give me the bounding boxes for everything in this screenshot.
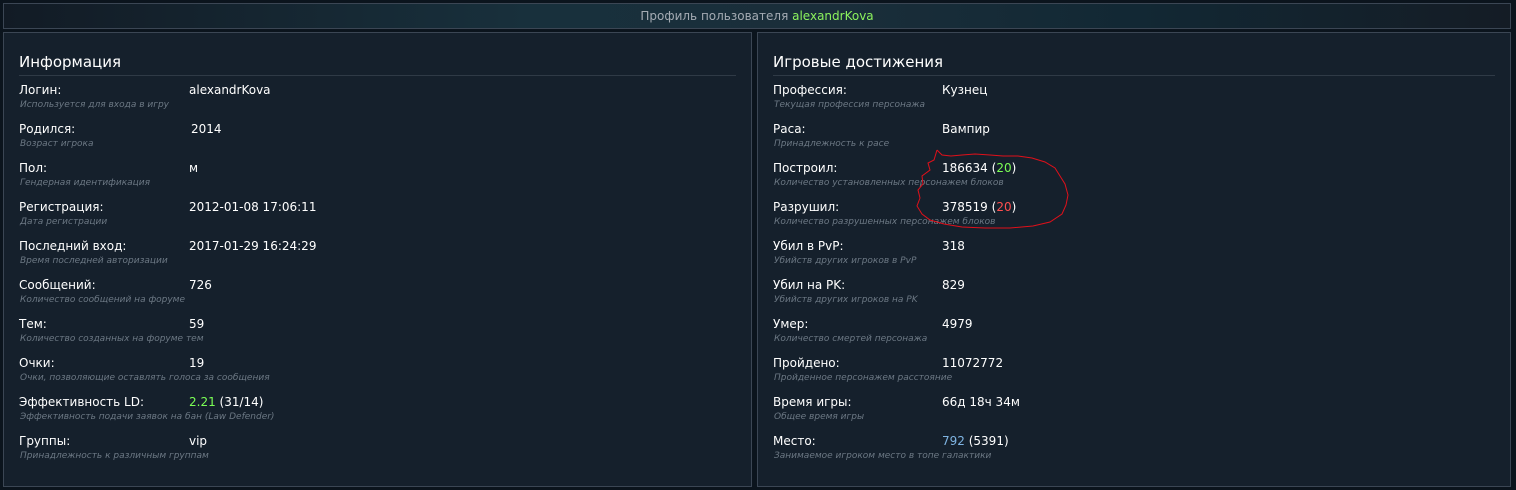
achv-label: Время игры:	[773, 395, 852, 409]
achv-desc: Принадлежность к расе	[774, 139, 890, 149]
info-label: Тем:	[19, 317, 47, 331]
achv-value: 829	[942, 278, 965, 292]
info-label: Регистрация:	[19, 200, 104, 214]
info-value: м	[189, 161, 199, 175]
info-label: Логин:	[19, 83, 62, 97]
info-desc: Гендерная идентификация	[20, 178, 151, 188]
info-label: Очки:	[19, 356, 55, 370]
achv-label: Профессия:	[773, 83, 847, 97]
achv-desc: Общее время игры	[774, 412, 865, 422]
info-desc: Количество созданных на форуме тем	[20, 334, 204, 344]
achv-label: Место:	[773, 434, 816, 448]
achv-value: 4979	[942, 317, 973, 331]
info-desc: Возраст игрока	[20, 139, 94, 149]
achv-value: 186634 (20)	[942, 161, 1017, 175]
achv-value: 378519 (20)	[942, 200, 1017, 214]
profession-link[interactable]: Кузнец	[942, 83, 987, 97]
achv-desc: Текущая профессия персонажа	[774, 100, 926, 110]
achievements-divider	[773, 75, 1495, 76]
info-value: 726	[189, 278, 212, 292]
achv-desc: Количество установленных персонажем блок…	[774, 178, 1004, 188]
info-desc: Дата регистрации	[20, 217, 108, 227]
info-label: Последний вход:	[19, 239, 127, 253]
achv-value: 318	[942, 239, 965, 253]
profile-header-prefix: Профиль пользователя	[640, 9, 789, 23]
info-value: 19	[189, 356, 205, 370]
info-value: 2017-01-29 16:24:29	[189, 239, 317, 253]
achv-label: Умер:	[773, 317, 809, 331]
place-rank-link[interactable]: 792	[942, 434, 965, 448]
ld-efficiency-ratio: (31/14)	[219, 395, 264, 409]
info-desc: Время последней авторизации	[20, 256, 168, 266]
info-divider	[19, 75, 736, 76]
achv-value: 792 (5391)	[942, 434, 1009, 448]
group-vip-badge: vip	[189, 434, 208, 448]
info-desc: Очки, позволяющие оставлять голоса за со…	[20, 373, 270, 383]
race-link[interactable]: Вампир	[942, 122, 990, 136]
achv-desc: Количество смертей персонажа	[774, 334, 928, 344]
info-value: 2014	[191, 122, 222, 136]
achv-desc: Количество разрушенных персонажем блоков	[774, 217, 996, 227]
info-panel-title: Информация	[19, 53, 122, 71]
info-desc: Количество сообщений на форуме	[20, 295, 186, 305]
info-label: Сообщений:	[19, 278, 96, 292]
info-value: 2012-01-08 17:06:11	[189, 200, 317, 214]
profile-username-link[interactable]: alexandrKova	[792, 9, 874, 23]
achv-desc: Занимаемое игроком место в топе галактик…	[774, 451, 992, 461]
info-label: Группы:	[19, 434, 71, 448]
info-desc: Принадлежность к различным группам	[20, 451, 209, 461]
built-rank: 20	[996, 161, 1012, 175]
info-desc: Эффективность подачи заявок на бан (Law …	[20, 412, 275, 422]
achv-label: Раса:	[773, 122, 806, 136]
built-count: 186634	[942, 161, 988, 175]
topics-count-link[interactable]: 59	[189, 317, 204, 331]
achv-desc: Пройденное персонажем расстояние	[774, 373, 953, 383]
profile-header: Профиль пользователя alexandrKova	[3, 3, 1511, 29]
info-label: Эффективность LD:	[19, 395, 145, 409]
achievements-panel: Игровые достижения Профессия: Кузнец Тек…	[757, 32, 1511, 487]
achv-label: Разрушил:	[773, 200, 840, 214]
info-label: Родился:	[19, 122, 76, 136]
achv-label: Убил в PvP:	[773, 239, 844, 253]
place-total: (5391)	[968, 434, 1009, 448]
info-desc: Используется для входа в игру	[20, 100, 170, 110]
achv-desc: Убийств других игроков в PvP	[774, 256, 917, 266]
info-panel: Информация Логин: alexandrKova Используе…	[3, 32, 752, 487]
info-value: 2.21 (31/14)	[189, 395, 264, 409]
ld-efficiency-value: 2.21	[189, 395, 216, 409]
achv-label: Убил на PK:	[773, 278, 846, 292]
achv-value: 66д 18ч 34м	[942, 395, 1020, 409]
destroyed-rank: 20	[996, 200, 1012, 214]
achv-desc: Убийств других игроков на PK	[774, 295, 918, 305]
destroyed-count: 378519	[942, 200, 988, 214]
achievements-panel-title: Игровые достижения	[773, 53, 944, 71]
info-label: Пол:	[19, 161, 48, 175]
achv-value: 11072772	[942, 356, 1004, 370]
info-value: alexandrKova	[189, 83, 271, 97]
achv-label: Построил:	[773, 161, 838, 175]
achv-label: Пройдено:	[773, 356, 840, 370]
